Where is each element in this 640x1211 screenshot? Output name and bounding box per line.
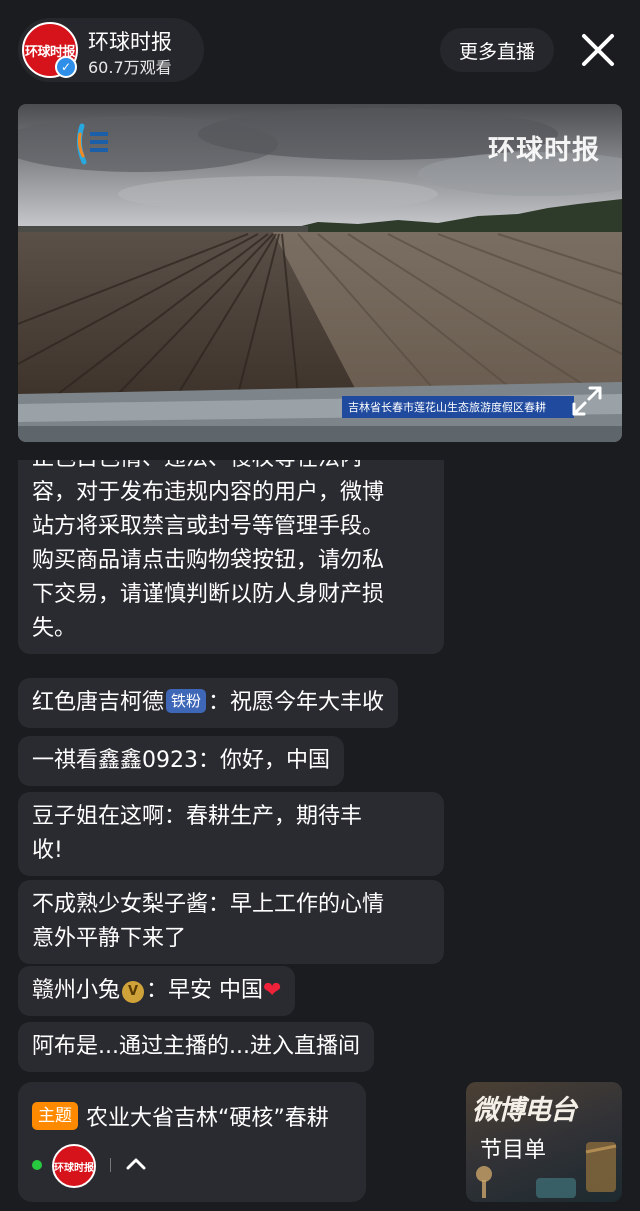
host-avatar[interactable]: 环球时报 [52,1144,96,1188]
comment-separator: ： [146,978,169,1003]
comment-text: 祝愿今年大丰收 [230,690,385,715]
comment-item[interactable]: 一祺看鑫鑫0923：你好，中国 [18,736,345,786]
radio-title: 微博电台 [472,1095,577,1126]
divider [110,1158,111,1172]
comment-separator: ： [198,748,221,773]
comment-text: 你好，中国 [220,748,331,773]
topic-tag: 主题 [32,1102,78,1130]
comment-username[interactable]: 豆子姐在这啊 [32,804,164,829]
notice-line: 购买商品请点击购物袋按钮，请勿私 [32,548,385,573]
chevron-up-icon[interactable] [122,1150,150,1178]
comment-item[interactable]: 红色唐吉柯德 铁粉 ：祝愿今年大丰收 [18,678,399,728]
location-caption: 吉林省长春市莲花山生态旅游度假区春耕 [342,396,574,418]
join-text: 阿布是...通过主播的...进入直播间 [32,1034,360,1059]
comment-item[interactable]: 不成熟少女梨子酱：早上工作的心情 意外平静下来了 [18,880,444,964]
comment-separator: ： [208,892,231,917]
heart-icon: ❤ [263,978,282,1003]
notice-line: 止色古色情、违法、侵权等在法内 [32,460,430,476]
comment-username[interactable]: 赣州小兔 [32,978,120,1003]
verified-icon: ✓ [55,56,77,78]
close-icon[interactable] [578,30,618,70]
comment-separator: ： [164,804,187,829]
notice-line: 站方将采取禁言或封号等管理手段。 [32,514,385,539]
viewer-count: 60.7万观看 [88,58,172,77]
live-video-player[interactable]: 环球时报 吉林省长春市莲花山生态旅游度假区春耕 [18,104,622,442]
join-notice: 阿布是...通过主播的...进入直播间 [18,1022,374,1072]
fan-badge: 铁粉 [166,689,207,713]
comment-item[interactable]: 豆子姐在这啊：春耕生产，期待丰 收! [18,792,444,876]
notice-line: 容，对于发布违规内容的用户，微博 [32,480,385,505]
video-watermark: 环球时报 [488,135,600,166]
notice-line: 下交易，请谨慎判断以防人身财产损 [32,582,385,607]
live-status-dot [32,1160,42,1170]
station-logo-icon [76,123,108,165]
comment-text: 意外平静下来了 [32,926,187,951]
host-logo-text: 环球时报 [54,1162,94,1174]
comment-text: 收! [32,838,63,863]
notice-line: 失。 [32,616,77,641]
comment-username[interactable]: 红色唐吉柯德 [32,690,164,715]
weibo-radio-card[interactable]: 微博电台 节目单 [466,1082,622,1202]
comment-separator: ： [208,690,231,715]
comment-text: 春耕生产，期待丰 [186,804,363,829]
topic-title[interactable]: 农业大省吉林“硬核”春耕 [86,1100,329,1132]
comment-username[interactable]: 一祺看鑫鑫0923 [32,748,198,773]
comment-username[interactable]: 不成熟少女梨子酱 [32,892,208,917]
channel-name[interactable]: 环球时报 [88,26,172,56]
v-badge-icon: V [122,981,145,1003]
more-live-button[interactable]: 更多直播 [440,28,554,72]
comment-text: 早安 中国 [168,978,264,1003]
platform-notice: 止色古色情、违法、侵权等在法内 容，对于发布违规内容的用户，微博 站方将采取禁言… [18,460,444,654]
comment-text: 早上工作的心情 [230,892,385,917]
comment-item[interactable]: 赣州小兔 V ：早安 中国❤ [18,966,296,1016]
topic-card[interactable]: 主题 农业大省吉林“硬核”春耕 环球时报 [18,1082,366,1202]
program-list-label[interactable]: 节目单 [480,1132,546,1164]
comment-feed[interactable]: 止色古色情、违法、侵权等在法内 容，对于发布违规内容的用户，微博 站方将采取禁言… [18,460,448,1072]
fullscreen-icon[interactable] [570,384,604,418]
